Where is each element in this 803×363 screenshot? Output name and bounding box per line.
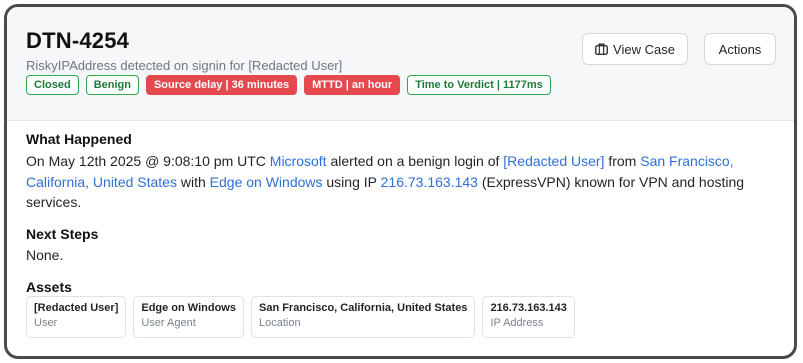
asset-label: Location (258, 317, 301, 329)
text-segment: from (604, 153, 641, 169)
source-delay-badge: Source delay | 36 minutes (145, 75, 298, 95)
what-happened-text: On May 12th 2025 @ 9:08:10 pm UTC Micros… (26, 151, 766, 213)
asset-card-ip-address[interactable]: 216.73.163.143 IP Address (482, 296, 575, 338)
ip-link[interactable]: 216.73.163.143 (381, 174, 478, 190)
asset-value: [Redacted User] (34, 302, 119, 314)
page-subtitle: RiskyIPAddress detected on signin for [R… (26, 58, 343, 73)
mttd-badge: MTTD | an hour (304, 75, 401, 95)
badge-row: Closed Benign Source delay | 36 minutes … (26, 75, 551, 95)
actions-button[interactable]: Actions (704, 33, 776, 65)
asset-label: User (34, 317, 58, 329)
view-case-label: View Case (613, 41, 675, 57)
vendor-link[interactable]: Microsoft (270, 153, 327, 169)
page-title: DTN-4254 (26, 28, 130, 53)
asset-value: Edge on Windows (141, 302, 236, 314)
asset-value: San Francisco, California, United States (258, 302, 468, 314)
text-segment: alerted on a benign login of (326, 153, 504, 169)
user-link[interactable]: [Redacted User] (503, 153, 604, 169)
user-agent-link[interactable]: Edge on Windows (210, 174, 323, 190)
next-steps-text: None. (26, 247, 64, 263)
text-segment: with (176, 173, 210, 190)
asset-card-user[interactable]: [Redacted User] User (26, 296, 127, 338)
assets-heading: Assets (26, 279, 72, 295)
detection-card: DTN-4254 RiskyIPAddress detected on sign… (4, 4, 797, 359)
text-segment: using IP (322, 173, 381, 190)
card-header: DTN-4254 RiskyIPAddress detected on sign… (7, 7, 794, 121)
asset-value: 216.73.163.143 (490, 302, 567, 314)
asset-card-user-agent[interactable]: Edge on Windows User Agent (133, 296, 244, 338)
text-segment: On May 12th 2025 @ 9:08:10 pm UTC (26, 153, 270, 169)
assets-list: [Redacted User] User Edge on Windows Use… (26, 296, 575, 338)
asset-card-location[interactable]: San Francisco, California, United States… (250, 296, 476, 338)
what-happened-heading: What Happened (26, 131, 132, 147)
briefcase-icon (595, 43, 608, 55)
next-steps-heading: Next Steps (26, 226, 99, 242)
view-case-button[interactable]: View Case (582, 33, 688, 65)
verdict-badge-benign: Benign (85, 75, 139, 95)
asset-label: User Agent (141, 317, 196, 329)
asset-label: IP Address (490, 317, 544, 329)
time-to-verdict-badge: Time to Verdict | 1177ms (407, 75, 551, 95)
status-badge-closed: Closed (26, 75, 79, 95)
actions-label: Actions (718, 41, 762, 57)
